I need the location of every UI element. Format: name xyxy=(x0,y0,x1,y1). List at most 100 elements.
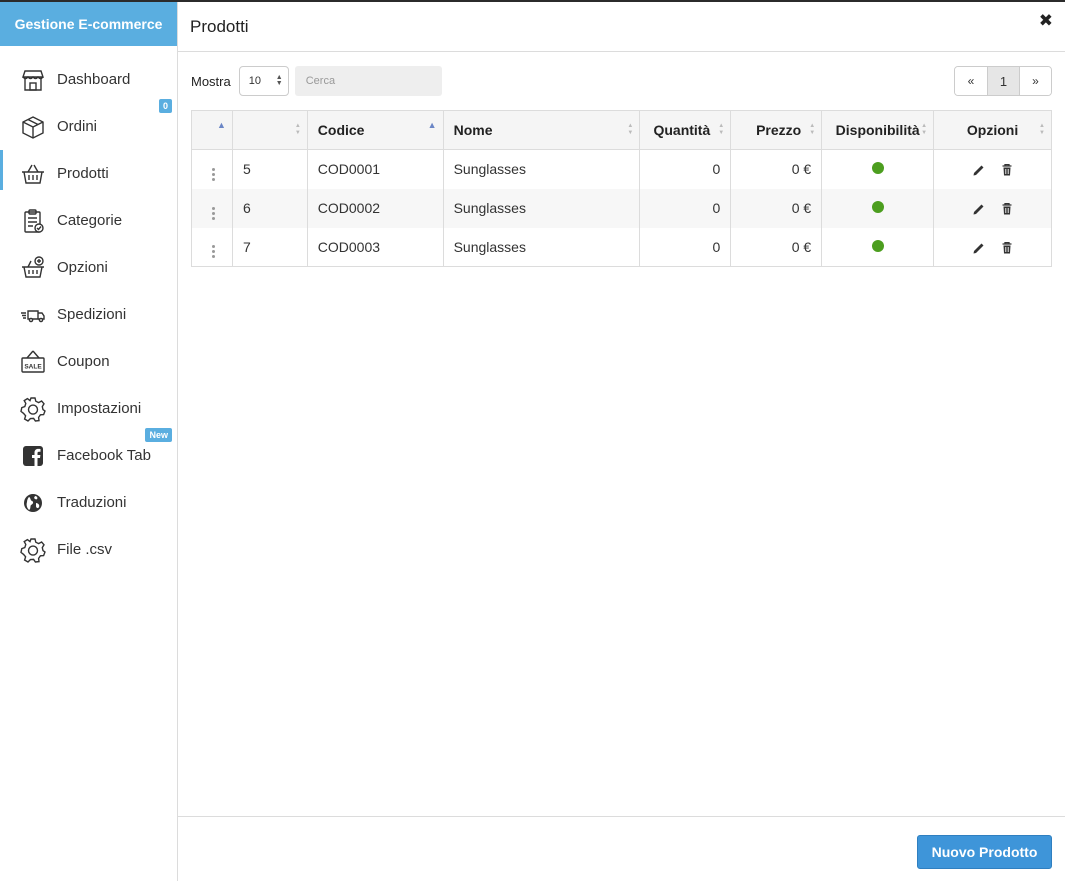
availability-status-dot xyxy=(871,162,884,175)
drag-handle-icon[interactable] xyxy=(212,206,215,220)
truck-icon xyxy=(20,302,46,328)
sidebar-item-prodotti[interactable]: Prodotti xyxy=(0,150,177,197)
new-badge: New xyxy=(145,428,172,442)
cell-quantity: 0 xyxy=(639,188,731,228)
panel-header: Prodotti ✖ xyxy=(178,2,1065,52)
sort-icon: ▲ ▼ xyxy=(718,123,725,136)
availability-status-dot xyxy=(871,201,884,213)
orders-count-badge: 0 xyxy=(158,99,172,113)
app-window: Gestione E-commerce Dashboard Ordini 0 P… xyxy=(0,0,1065,881)
sidebar-item-coupon[interactable]: SALE Coupon xyxy=(0,338,177,385)
sidebar-item-label: Traduzioni xyxy=(57,494,127,511)
pagination-page-button[interactable]: 1 xyxy=(987,67,1019,95)
sidebar-item-label: Coupon xyxy=(57,353,110,370)
sidebar-item-label: Impostazioni xyxy=(57,400,142,417)
table-toolbar: Mostra 10 ▲ ▼ xyxy=(191,66,442,96)
cell-id: 6 xyxy=(231,188,308,228)
edit-pencil-icon[interactable] xyxy=(972,202,986,216)
edit-pencil-icon[interactable] xyxy=(972,241,986,255)
brand-header: Gestione E-commerce xyxy=(0,2,177,46)
cell-code: COD0002 xyxy=(306,188,444,228)
drag-handle-icon[interactable] xyxy=(212,245,215,259)
cell-price: 0 € xyxy=(730,227,822,267)
sort-icon: ▲ ▼ xyxy=(921,123,928,136)
sidebar-item-opzioni[interactable]: Opzioni xyxy=(0,244,177,291)
basket-icon xyxy=(20,161,46,187)
delete-trash-icon[interactable] xyxy=(1000,241,1014,255)
column-header-nome[interactable]: Nome ▲ ▼ xyxy=(442,110,640,150)
new-product-button[interactable]: Nuovo Prodotto xyxy=(917,835,1052,869)
page-title: Prodotti xyxy=(190,16,249,36)
sidebar: Gestione E-commerce Dashboard Ordini 0 P… xyxy=(0,2,178,881)
box-icon xyxy=(20,114,46,140)
sidebar-item-impostazioni[interactable]: Impostazioni xyxy=(0,385,177,432)
sidebar-item-label: Ordini xyxy=(57,118,98,135)
sidebar-item-traduzioni[interactable]: Traduzioni xyxy=(0,479,177,526)
sort-asc-icon: ▲ xyxy=(427,120,437,130)
table-row: 5 COD0001 Sunglasses 0 0 € xyxy=(192,149,1052,189)
clipboard-icon xyxy=(20,208,46,234)
page-size-select[interactable]: 10 ▲ ▼ xyxy=(238,66,289,96)
pagination-next-button[interactable]: » xyxy=(1019,67,1051,95)
panel-footer: Nuovo Prodotto xyxy=(178,816,1065,881)
products-table: ▲ ▲ ▼ Codice ▲ Nome ▲ ▼ Quantità ▲ ▼ Prezzo ▲ ▼ … xyxy=(191,110,1052,267)
column-header-opzioni[interactable]: Opzioni ▲ ▼ xyxy=(933,110,1052,150)
sidebar-item-label: Prodotti xyxy=(57,165,109,182)
column-header-prezzo[interactable]: Prezzo ▲ ▼ xyxy=(730,110,822,150)
cell-quantity: 0 xyxy=(639,227,731,267)
sort-icon: ▲ ▼ xyxy=(294,123,301,136)
close-icon[interactable]: ✖ xyxy=(1039,12,1053,29)
column-header-quantita[interactable]: Quantità ▲ ▼ xyxy=(639,110,731,150)
globe-icon xyxy=(20,490,46,516)
sidebar-item-facebook-tab[interactable]: Facebook Tab New xyxy=(0,428,177,479)
column-header-id[interactable]: ▲ ▼ xyxy=(231,110,308,150)
pagination: « 1 » xyxy=(954,66,1052,96)
cell-name: Sunglasses xyxy=(442,149,640,189)
availability-status-dot xyxy=(871,239,884,252)
sidebar-nav: Dashboard Ordini 0 Prodotti Categorie Op… xyxy=(0,46,177,573)
table-row: 7 COD0003 Sunglasses 0 0 € xyxy=(192,227,1052,267)
sidebar-item-file-csv[interactable]: File .csv xyxy=(0,526,177,573)
cell-name: Sunglasses xyxy=(442,188,640,228)
page-size-value: 10 xyxy=(248,75,261,87)
cell-id: 5 xyxy=(231,149,308,189)
edit-pencil-icon[interactable] xyxy=(972,163,986,177)
gear-icon xyxy=(20,537,46,563)
sidebar-item-label: Opzioni xyxy=(57,259,108,276)
sidebar-item-spedizioni[interactable]: Spedizioni xyxy=(0,291,177,338)
sidebar-item-label: Dashboard xyxy=(57,71,131,88)
cell-price: 0 € xyxy=(730,149,822,189)
cell-code: COD0003 xyxy=(306,227,444,267)
sale-sign-icon: SALE xyxy=(20,349,46,375)
column-header-codice[interactable]: Codice ▲ xyxy=(306,110,444,150)
search-input[interactable] xyxy=(294,66,442,96)
delete-trash-icon[interactable] xyxy=(1000,202,1014,216)
select-arrows-icon: ▲ ▼ xyxy=(275,74,283,87)
pagination-prev-button[interactable]: « xyxy=(955,67,987,95)
basket-plus-icon xyxy=(20,255,46,281)
drag-handle-icon[interactable] xyxy=(212,167,215,181)
sidebar-item-ordini[interactable]: Ordini 0 xyxy=(0,99,177,150)
cell-price: 0 € xyxy=(730,188,822,228)
sidebar-item-label: File .csv xyxy=(57,541,113,558)
sort-icon: ▲ ▼ xyxy=(627,123,634,136)
main-panel: Prodotti ✖ Mostra 10 ▲▼ « 1 » ▲ xyxy=(178,2,1065,881)
cell-id: 7 xyxy=(231,227,308,267)
column-header-drag[interactable]: ▲ xyxy=(191,110,233,150)
sidebar-item-categorie[interactable]: Categorie xyxy=(0,197,177,244)
cell-code: COD0001 xyxy=(306,149,444,189)
sidebar-item-label: Categorie xyxy=(57,212,123,229)
delete-trash-icon[interactable] xyxy=(1000,163,1014,177)
gear-icon xyxy=(20,396,46,422)
sort-icon: ▲ ▼ xyxy=(1039,123,1045,136)
sidebar-item-dashboard[interactable]: Dashboard xyxy=(0,56,177,103)
column-header-disponibilita[interactable]: Disponibilità ▲ ▼ xyxy=(821,110,934,150)
facebook-icon xyxy=(20,443,46,469)
sort-asc-icon: ▲ xyxy=(217,120,226,130)
sidebar-item-label: Facebook Tab xyxy=(57,447,151,464)
table-row: 6 COD0002 Sunglasses 0 0 € xyxy=(191,188,1052,228)
storefront-icon xyxy=(20,67,46,93)
cell-quantity: 0 xyxy=(639,149,731,189)
svg-text:SALE: SALE xyxy=(24,363,42,370)
page-size-label: Mostra xyxy=(191,73,231,89)
